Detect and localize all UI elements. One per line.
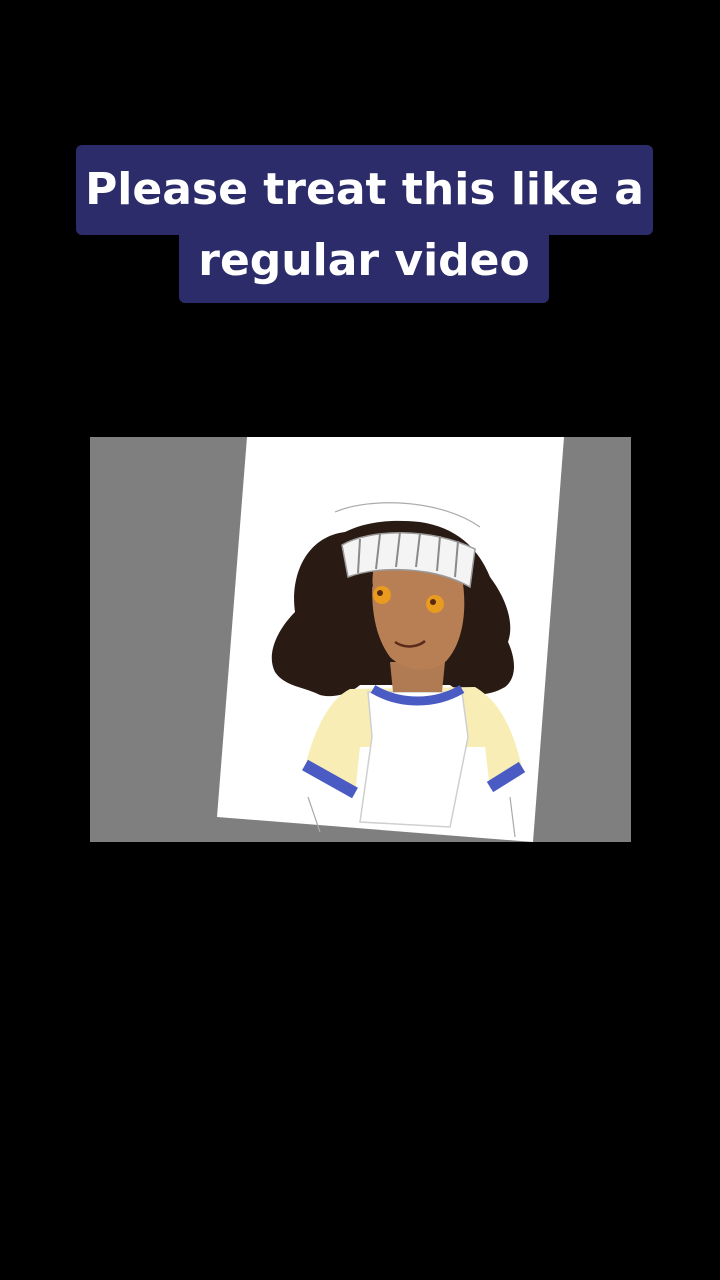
caption-line-2: regular video: [179, 230, 549, 303]
apron: [359, 691, 469, 828]
video-frame[interactable]: [90, 437, 631, 842]
caption-line-1: Please treat this like a: [76, 145, 653, 235]
character-drawing: [217, 437, 564, 842]
